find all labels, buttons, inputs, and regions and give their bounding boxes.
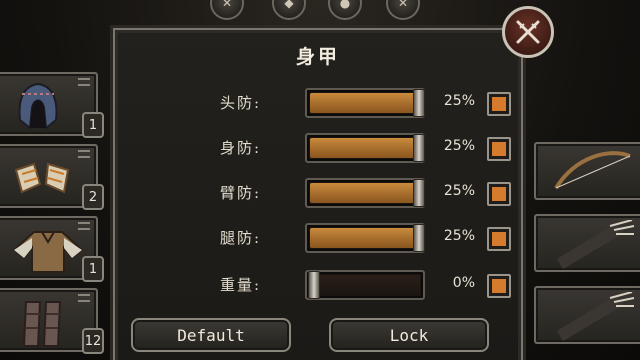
right-slot-bow[interactable]: [534, 142, 640, 200]
row-label: 重量:: [220, 276, 262, 294]
close-button[interactable]: [502, 6, 554, 58]
default-button[interactable]: Default: [131, 318, 291, 352]
percent-value: 0%: [452, 275, 475, 291]
percent-value: 25%: [443, 183, 475, 199]
row-label: 臂防:: [220, 184, 262, 202]
hood-icon: [18, 82, 58, 130]
boots-icon: [22, 301, 62, 347]
slot-count: 1: [82, 112, 104, 138]
armor-panel: 身甲 头防: 25% 身防: 25% 臂防: 25% 腿防: 25% 重量: 0…: [113, 28, 523, 360]
top-icon-bar: ✕ ◆ ● ✕: [210, 0, 440, 26]
close-icon: [516, 20, 540, 44]
grip-icon: [78, 78, 90, 86]
grip-icon: [78, 150, 90, 158]
left-slot-gauntlets[interactable]: 2: [0, 144, 104, 210]
slider-handle[interactable]: [413, 179, 425, 207]
slider-leg[interactable]: [305, 223, 425, 253]
checkbox-arm[interactable]: [487, 182, 511, 206]
slider-head[interactable]: [305, 88, 425, 118]
quiver-icon: [556, 292, 635, 342]
row-label: 身防:: [220, 139, 262, 157]
crossed-swords-icon[interactable]: ✕: [210, 0, 244, 20]
slider-arm[interactable]: [305, 178, 425, 208]
percent-value: 25%: [443, 138, 475, 154]
tunic-icon: [12, 231, 84, 273]
row-label: 头防:: [220, 94, 262, 112]
checkbox-body[interactable]: [487, 137, 511, 161]
bow-icon: [554, 151, 631, 190]
row-head: 头防: 25%: [115, 86, 525, 120]
grip-icon: [78, 294, 90, 302]
right-slot-quiver-2[interactable]: [534, 286, 640, 344]
slider-handle[interactable]: [413, 89, 425, 117]
percent-value: 25%: [443, 93, 475, 109]
slider-fill: [310, 138, 418, 158]
slider-handle[interactable]: [413, 224, 425, 252]
checkbox-head[interactable]: [487, 92, 511, 116]
row-leg: 腿防: 25%: [115, 221, 525, 255]
slider-handle[interactable]: [308, 271, 320, 299]
row-weight: 重量: 0%: [115, 268, 525, 302]
slider-handle[interactable]: [413, 134, 425, 162]
left-slot-boots[interactable]: 12: [0, 288, 104, 354]
row-label: 腿防:: [220, 229, 262, 247]
slider-body[interactable]: [305, 133, 425, 163]
checkbox-weight[interactable]: [487, 274, 511, 298]
slider-weight[interactable]: [305, 270, 425, 300]
percent-value: 25%: [443, 228, 475, 244]
slider-fill: [310, 93, 418, 113]
right-slot-quiver-1[interactable]: [534, 214, 640, 272]
slot-count: 12: [82, 328, 104, 354]
slider-fill: [310, 183, 418, 203]
slot-count: 1: [82, 256, 104, 282]
gauntlets-icon: [14, 162, 70, 194]
left-slot-tunic[interactable]: 1: [0, 216, 104, 282]
quiver-icon: [556, 220, 635, 270]
slider-fill: [310, 228, 418, 248]
slider-track: [310, 275, 420, 295]
row-arm: 臂防: 25%: [115, 176, 525, 210]
lock-button[interactable]: Lock: [329, 318, 489, 352]
row-body: 身防: 25%: [115, 131, 525, 165]
shield-icon[interactable]: ◆: [272, 0, 306, 20]
checkbox-leg[interactable]: [487, 227, 511, 251]
panel-title: 身甲: [295, 46, 340, 68]
left-slot-hood[interactable]: 1: [0, 72, 104, 138]
character-icon[interactable]: ●: [328, 0, 362, 20]
slot-count: 2: [82, 184, 104, 210]
settings-icon[interactable]: ✕: [386, 0, 420, 20]
